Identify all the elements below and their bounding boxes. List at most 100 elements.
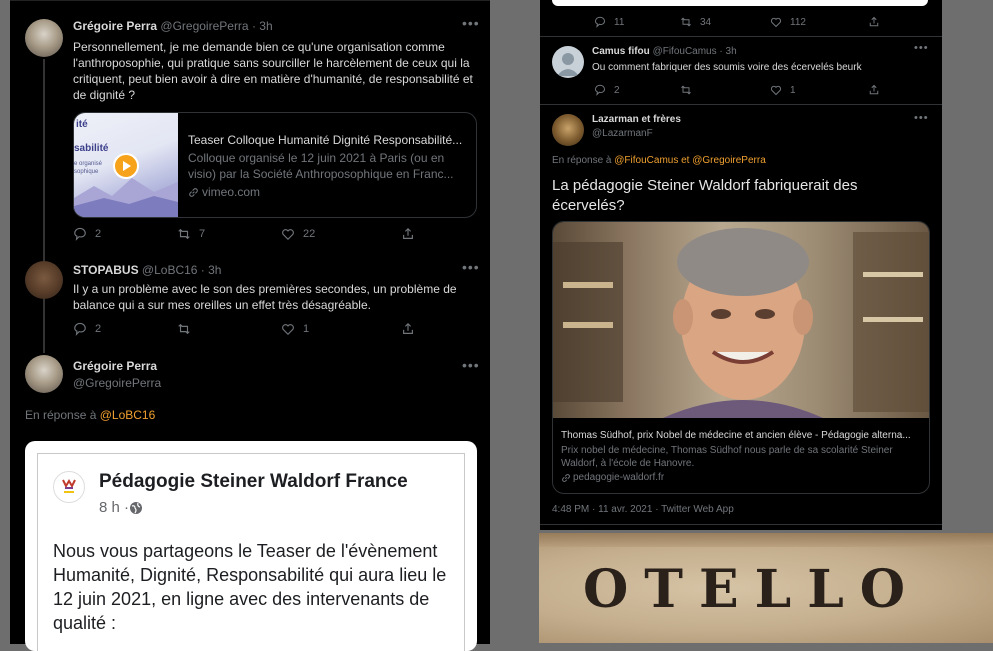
mention-link[interactable]: @GregoirePerra [692,155,766,166]
facebook-screenshot: Pédagogie Steiner Waldorf France 8 h · N… [25,441,477,651]
share-icon [403,227,413,239]
left-tweet-panel: Grégoire Perra @GregoirePerra · 3h ••• P… [10,0,490,651]
author-name[interactable]: STOPABUS [73,263,139,277]
divider [540,36,942,37]
author-handle[interactable]: @FifouCamus · 3h [653,46,737,57]
thumb-word: sabilité [74,143,109,154]
reply-context: En réponse à @LoBC16 [25,408,156,422]
otello-text: OTELLO [583,559,922,620]
more-icon[interactable]: ••• [462,259,480,275]
card-title: Thomas Südhof, prix Nobel de médecine et… [561,430,911,441]
avatar[interactable] [25,19,63,57]
share-button[interactable] [401,322,415,336]
author-handle[interactable]: @LoBC16 · 3h [142,263,222,277]
retweet-icon [681,85,691,95]
avatar[interactable] [552,114,584,146]
author-name[interactable]: Lazarman et frères [592,114,681,125]
share-icon [869,16,879,27]
retweet-button[interactable] [680,84,770,96]
like-button[interactable]: 22 [281,227,401,241]
tweet-actions: 2 1 [594,84,934,96]
mention-and: et [681,155,690,166]
link-card[interactable]: ité sabilité e organisé sophique Teaser … [73,112,477,218]
tweet-actions: 2 7 22 [73,227,475,241]
tweet-header: STOPABUS @LoBC16 · 3h [73,263,221,277]
tweet-meta: 4:48 PM · 11 avr. 2021 · Twitter Web App [552,504,734,515]
tweet-actions: 2 1 [73,322,475,336]
card-image [553,222,929,418]
tweet-text: La pédagogie Steiner Waldorf fabriquerai… [552,177,858,214]
author-name[interactable]: Camus fifou [592,46,650,57]
retweet-button[interactable] [177,322,281,336]
tweet-header: Grégoire Perra @GregoirePerra · 3h [73,19,273,33]
default-avatar-icon[interactable] [552,46,584,78]
reply-icon [74,227,86,241]
like-button[interactable]: 1 [281,322,401,336]
right-tweet-panel: 11 34 112 Camus fifou @FifouCamus · 3h •… [540,0,942,530]
tweet-actions: 11 34 112 [594,16,934,28]
avatar[interactable] [25,261,63,299]
mention-link[interactable]: @FifouCamus [614,155,678,166]
card-domain: pedagogie-waldorf.fr [573,472,665,483]
globe-icon [130,501,143,514]
reply-button[interactable]: 2 [73,227,177,241]
tweet-text: Personnellement, je me demande bien ce q… [73,40,473,102]
play-icon[interactable] [113,153,139,179]
more-icon[interactable]: ••• [462,15,480,31]
link-icon [562,473,570,482]
card-description: Colloque organisé le 12 juin 2021 à Pari… [188,151,454,181]
thumb-title: ité [76,119,88,130]
divider [540,524,942,525]
tweet-text: Il y a un problème avec le son des premi… [73,282,457,312]
share-button[interactable] [868,16,880,28]
fb-time-row: 8 h · [99,499,143,516]
otello-image: OTELLO [539,533,993,643]
share-button[interactable] [401,227,415,241]
author-handle[interactable]: @GregoirePerra · 3h [160,19,272,33]
retweet-icon [178,323,190,335]
more-icon[interactable]: ••• [914,112,929,124]
like-icon [770,85,782,96]
like-button[interactable]: 112 [770,16,868,28]
mention-link[interactable]: @LoBC16 [100,408,156,422]
reply-icon [595,16,605,28]
reply-button[interactable]: 2 [594,84,680,96]
card-domain-row: vimeo.com [188,185,260,199]
card-domain-row: pedagogie-waldorf.fr [561,472,664,483]
thumb-sub: e organisé [74,161,103,167]
card-domain: vimeo.com [202,185,261,199]
author-handle[interactable]: @GregoirePerra [73,376,161,390]
retweet-button[interactable]: 34 [680,16,770,28]
fb-post-text: Nous vous partageons le Teaser de l'évèn… [53,541,447,633]
retweet-button[interactable]: 7 [177,227,281,241]
tweet-text: Ou comment fabriquer des soumis voire de… [592,62,862,73]
portrait-photo [553,228,929,418]
more-icon[interactable]: ••• [914,42,929,54]
more-icon[interactable]: ••• [462,357,480,373]
fb-page-logo [53,471,85,503]
author-name[interactable]: Grégoire Perra [73,359,157,373]
reply-button[interactable]: 11 [594,16,680,28]
like-button[interactable]: 1 [770,84,868,96]
avatar[interactable] [25,355,63,393]
link-card[interactable]: Thomas Südhof, prix Nobel de médecine et… [552,221,930,494]
card-thumbnail: ité sabilité e organisé sophique [74,113,178,217]
fb-time: 8 h · [99,499,130,516]
thread-line [43,59,45,353]
like-icon [282,229,294,241]
divider [540,104,942,105]
like-icon [282,324,294,336]
share-button[interactable] [868,84,880,96]
author-name[interactable]: Grégoire Perra [73,19,157,33]
previous-card-bottom [552,0,928,6]
fb-page-name: Pédagogie Steiner Waldorf France [99,471,408,492]
link-icon [189,187,198,197]
retweet-icon [178,228,190,240]
card-description: Prix nobel de médecine, Thomas Südhof no… [561,445,893,469]
reply-icon [595,84,605,96]
author-handle[interactable]: @LazarmanF [592,128,653,139]
reply-icon [74,322,86,336]
otello-stain [539,533,993,547]
reply-context: En réponse à @FifouCamus et @GregoirePer… [552,155,766,166]
reply-button[interactable]: 2 [73,322,177,336]
